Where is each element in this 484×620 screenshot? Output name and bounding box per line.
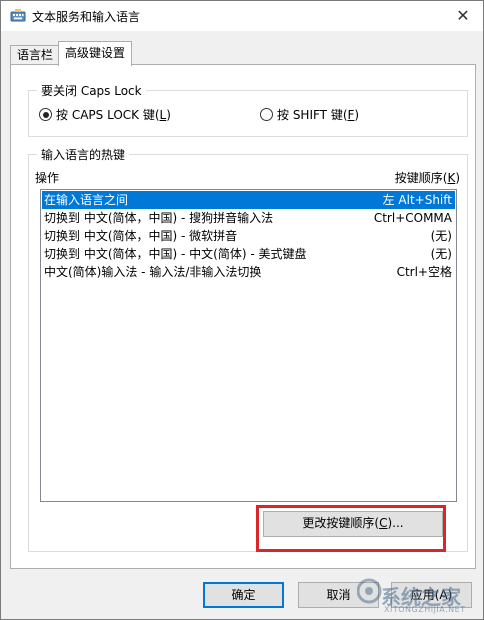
radio-unchecked-icon xyxy=(260,108,273,121)
watermark-url: XITONGZHIJIA.NET xyxy=(384,605,466,614)
list-item-action: 在输入语言之间 xyxy=(44,193,129,207)
radio-caps-lock-label: 按 CAPS LOCK 键( xyxy=(56,108,160,122)
hotkey-group-title: 输入语言的热键 xyxy=(37,146,130,163)
close-button[interactable]: ✕ xyxy=(443,1,483,31)
list-item[interactable]: 切换到 中文(简体，中国) - 微软拼音 (无) xyxy=(42,227,455,245)
ok-button[interactable]: 确定 xyxy=(203,582,284,608)
list-item-keys: Ctrl+空格 xyxy=(396,265,452,279)
tab-language-bar[interactable]: 语言栏 xyxy=(10,45,61,65)
list-item[interactable]: 切换到 中文(简体，中国) - 中文(简体) - 美式键盘 (无) xyxy=(42,245,455,263)
hotkey-group: 输入语言的热键 操作 按键顺序(K) 在输入语言之间 左 Alt+Shift 切… xyxy=(28,146,468,552)
radio-shift-label: 按 SHIFT 键( xyxy=(277,108,348,122)
list-item[interactable]: 切换到 中文(简体，中国) - 搜狗拼音输入法 Ctrl+COMMA xyxy=(42,209,455,227)
radio-caps-lock[interactable]: 按 CAPS LOCK 键(L) xyxy=(39,106,171,123)
list-item-keys: 左 Alt+Shift xyxy=(382,193,452,207)
tab-advanced-key-settings[interactable]: 高级键设置 xyxy=(58,41,133,66)
column-sequence-text: 按键顺序( xyxy=(394,171,448,185)
caps-lock-group: 要关闭 Caps Lock 按 CAPS LOCK 键(L) 按 SHIFT 键… xyxy=(28,82,468,137)
column-sequence-label: 按键顺序(K) xyxy=(395,169,460,186)
list-item[interactable]: 在输入语言之间 左 Alt+Shift xyxy=(42,191,455,209)
list-item-keys: (无) xyxy=(430,229,452,243)
radio-checked-icon xyxy=(39,108,52,121)
dialog-window: 文本服务和输入语言 ✕ 语言栏 高级键设置 要关闭 Caps Lock 按 CA… xyxy=(0,0,484,620)
radio-shift[interactable]: 按 SHIFT 键(F) xyxy=(260,106,359,123)
window-title: 文本服务和输入语言 xyxy=(32,10,141,24)
list-item-action: 切换到 中文(简体，中国) - 中文(简体) - 美式键盘 xyxy=(44,247,307,261)
column-sequence-suffix: ) xyxy=(455,171,460,185)
hotkey-list[interactable]: 在输入语言之间 左 Alt+Shift 切换到 中文(简体，中国) - 搜狗拼音… xyxy=(40,189,457,502)
list-item-keys: (无) xyxy=(430,247,452,261)
annotation-highlight-box xyxy=(256,505,446,552)
title-bar: 文本服务和输入语言 ✕ xyxy=(1,1,483,31)
list-item-keys: Ctrl+COMMA xyxy=(373,211,452,225)
list-item-action: 切换到 中文(简体，中国) - 搜狗拼音输入法 xyxy=(44,211,274,225)
caps-lock-group-title: 要关闭 Caps Lock xyxy=(37,82,146,99)
radio-shift-suffix: ) xyxy=(354,108,360,122)
close-icon: ✕ xyxy=(456,6,470,25)
list-header: 操作 按键顺序(K) xyxy=(35,169,460,185)
keyboard-icon xyxy=(10,9,26,22)
list-item[interactable]: 中文(简体)输入法 - 输入法/非输入法切换 Ctrl+空格 xyxy=(42,263,455,281)
list-item-action: 中文(简体)输入法 - 输入法/非输入法切换 xyxy=(44,265,262,279)
tab-panel: 要关闭 Caps Lock 按 CAPS LOCK 键(L) 按 SHIFT 键… xyxy=(10,64,476,569)
column-action-label: 操作 xyxy=(35,171,60,185)
list-item-action: 切换到 中文(简体，中国) - 微软拼音 xyxy=(44,229,238,243)
radio-caps-lock-suffix: ) xyxy=(166,108,171,122)
